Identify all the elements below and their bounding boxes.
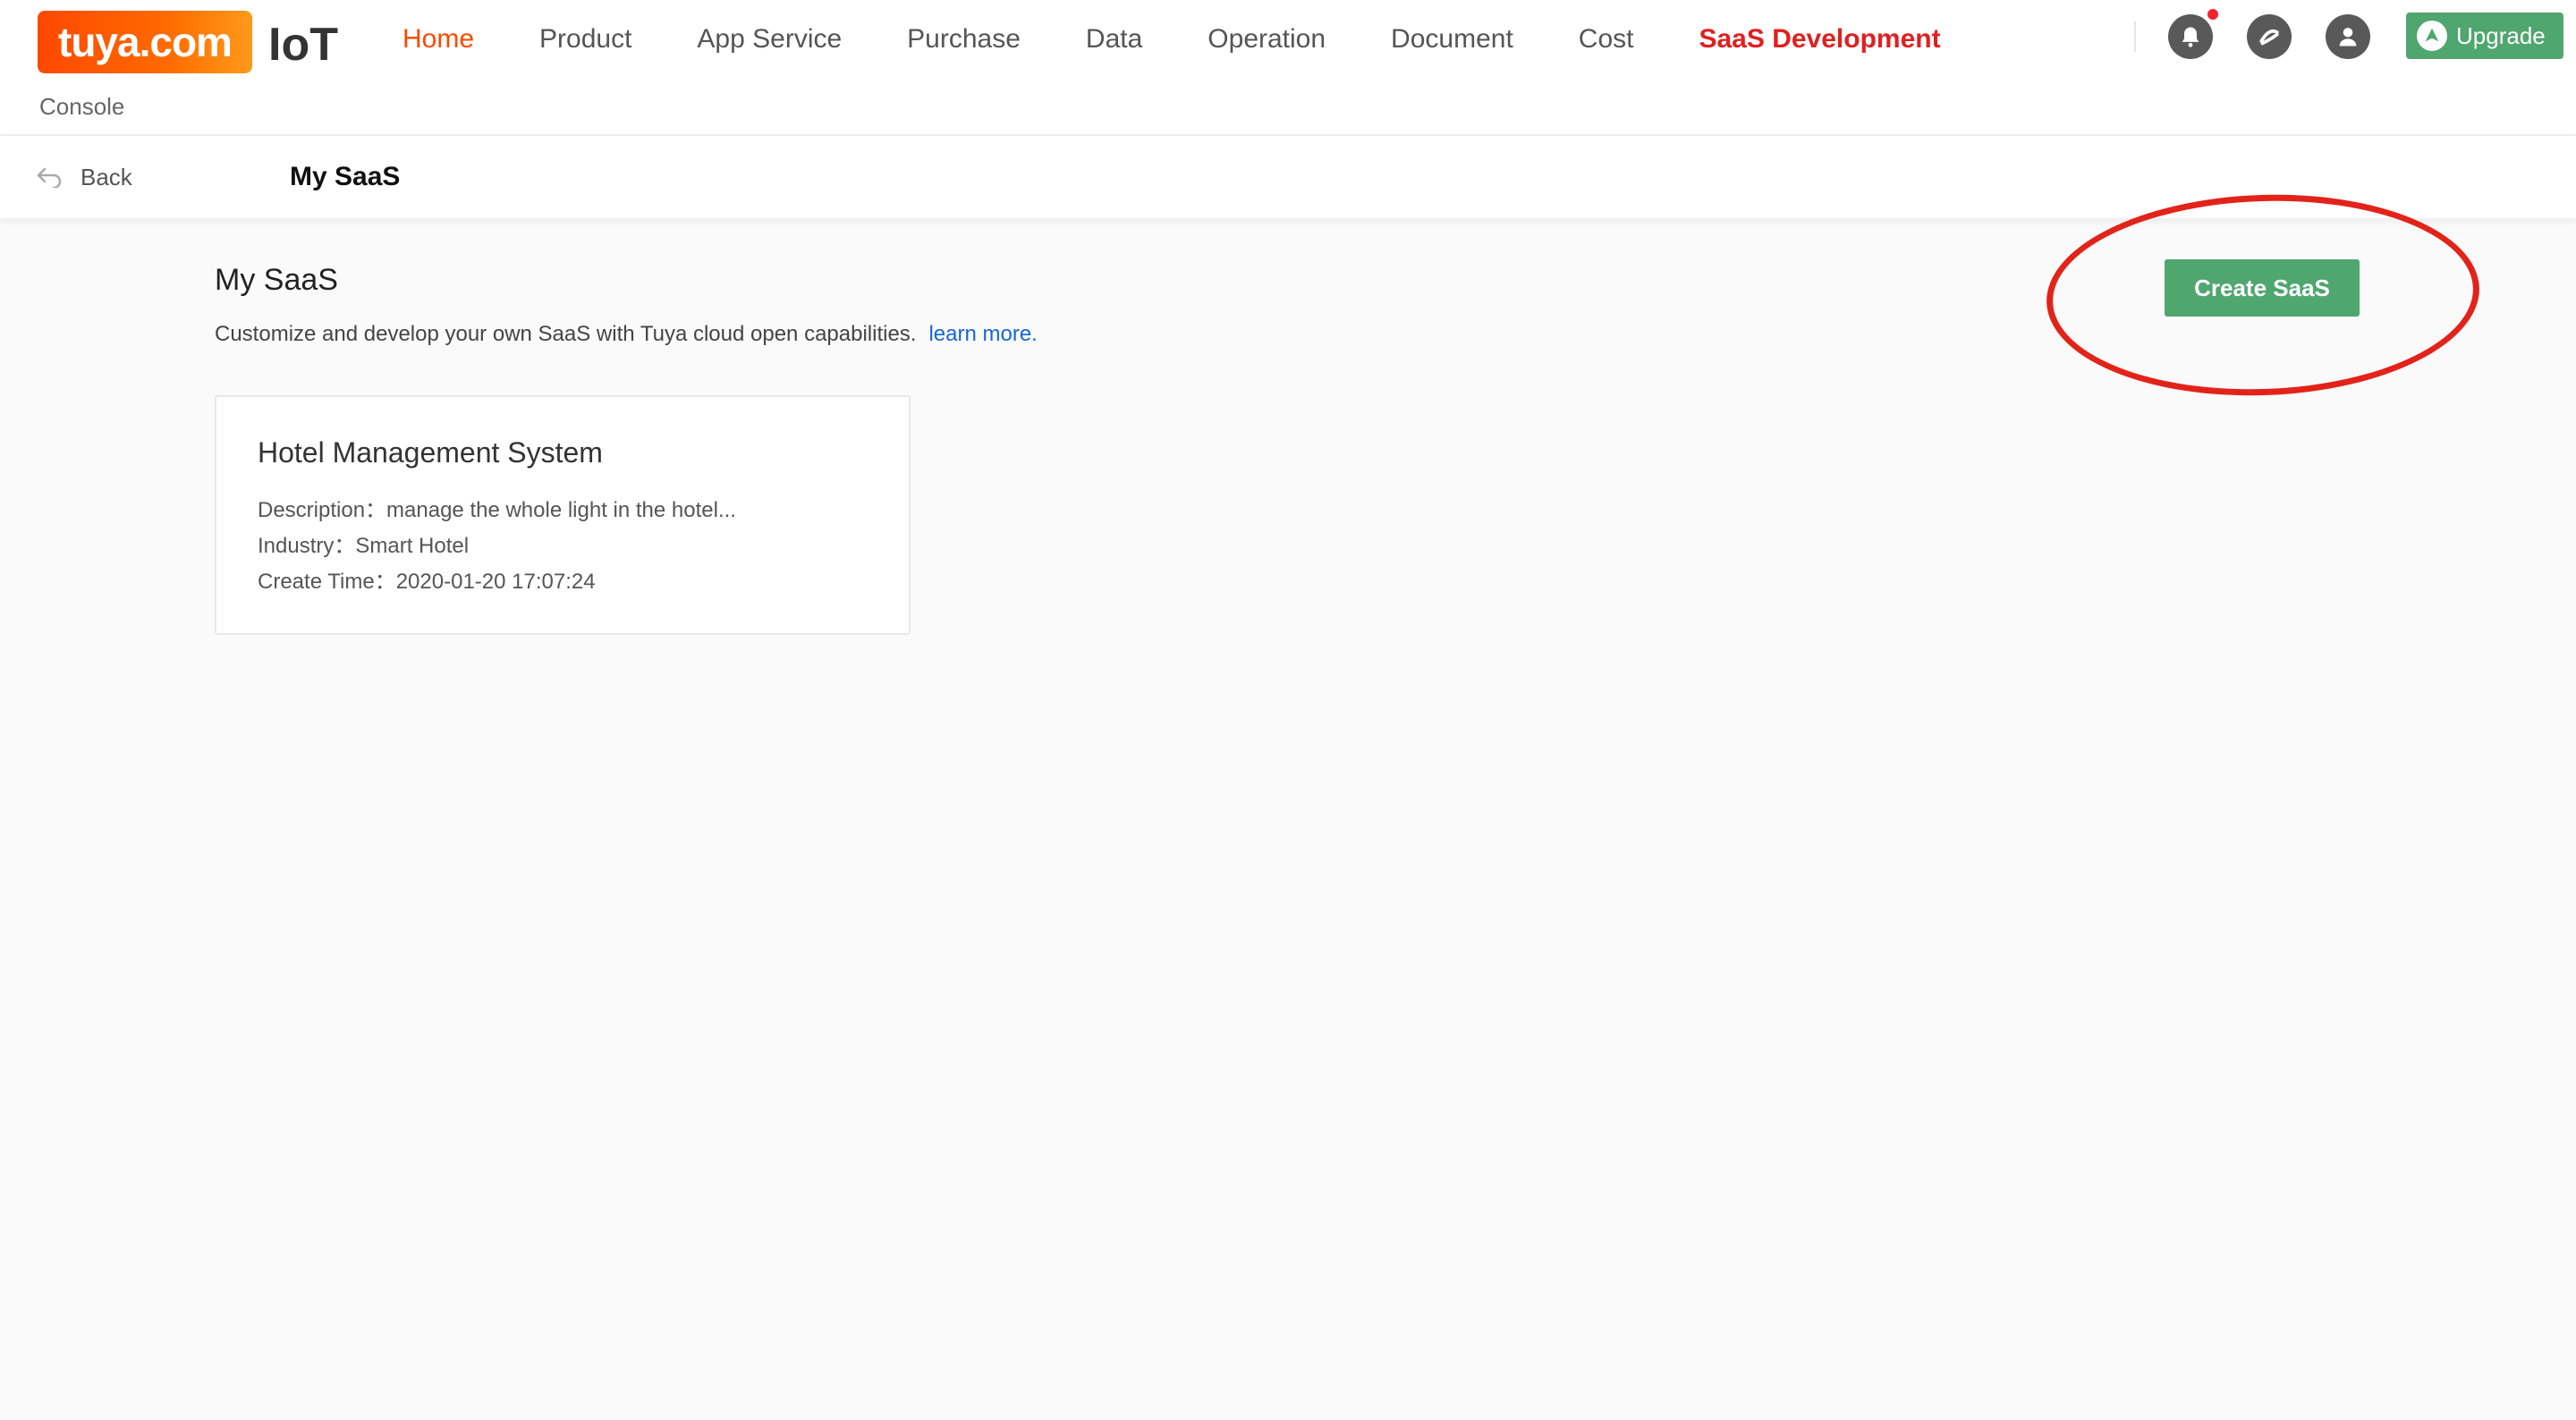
globe-icon[interactable] [2247,14,2292,59]
nav-product[interactable]: Product [539,24,631,55]
user-icon[interactable] [2326,14,2370,59]
nav-saas-development[interactable]: SaaS Development [1699,24,1940,55]
learn-more-link[interactable]: learn more. [928,322,1037,346]
main-nav: Home Product App Service Purchase Data O… [402,14,1941,64]
back-label: Back [80,163,132,190]
page-title: My SaaS [215,263,338,297]
back-button[interactable]: Back [36,159,132,195]
bell-icon[interactable] [2168,14,2213,59]
card-create-time: Create Time：2020-01-20 17:07:24 [258,570,596,594]
card-title: Hotel Management System [258,436,603,469]
card-industry: Industry：Smart Hotel [258,534,470,558]
subbar-title: My SaaS [290,162,401,191]
nav-app-service[interactable]: App Service [697,24,842,55]
create-saas-button[interactable]: Create SaaS [2165,259,2360,317]
nav-divider [2134,21,2136,52]
nav-data[interactable]: Data [1086,24,1142,55]
back-arrow-icon [37,167,62,188]
upgrade-button[interactable]: Upgrade [2406,13,2563,59]
nav-home[interactable]: Home [402,24,474,55]
sub-header-bar: Back My SaaS [0,136,2576,218]
upgrade-arrow-icon [2417,21,2447,51]
nav-purchase[interactable]: Purchase [907,24,1021,55]
logo-text: tuya.com [58,19,233,65]
card-description: Description：manage the whole light in th… [258,498,736,522]
saas-card[interactable]: Hotel Management System Description：mana… [215,395,911,635]
top-header: tuya.com IoT Console Home Product App Se… [0,0,2576,136]
page-description: Customize and develop your own SaaS with… [215,322,1038,347]
nav-cost[interactable]: Cost [1579,24,1634,55]
logo-product-name: IoT [268,19,338,71]
upgrade-label: Upgrade [2456,21,2546,49]
console-label: Console [39,93,125,120]
nav-document[interactable]: Document [1391,24,1513,55]
notification-dot [2206,7,2220,21]
tuya-logo[interactable]: tuya.com [38,11,252,73]
nav-operation[interactable]: Operation [1208,24,1326,55]
description-text: Customize and develop your own SaaS with… [215,322,917,346]
